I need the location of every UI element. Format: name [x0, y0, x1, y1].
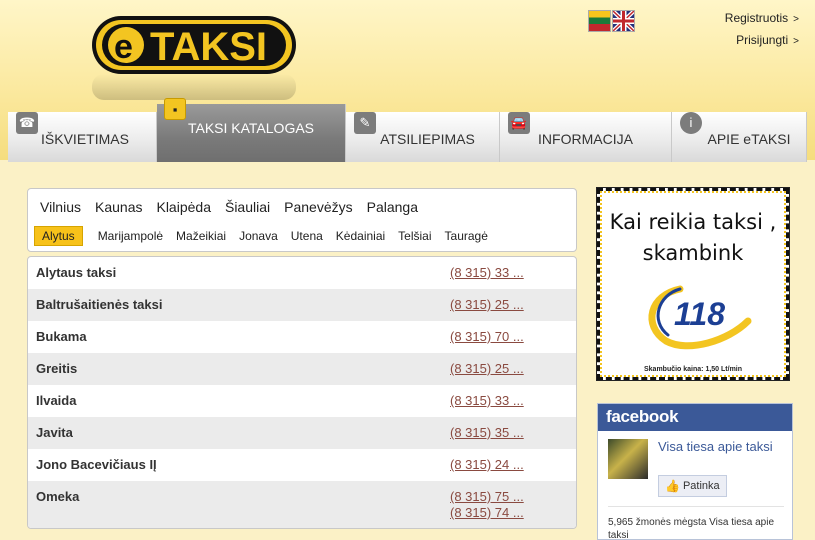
city-link[interactable]: Panevėžys: [284, 199, 352, 215]
facebook-logo[interactable]: facebook: [598, 404, 792, 431]
thumbs-up-icon: 👍: [665, 479, 680, 493]
company-name[interactable]: Baltrušaitienės taksi: [36, 297, 162, 312]
city-link[interactable]: Vilnius: [40, 199, 81, 215]
phone-person-icon: ☎: [16, 112, 38, 134]
svg-text:TAKSI: TAKSI: [150, 25, 267, 69]
phone-link[interactable]: (8 315) 33 ...: [450, 265, 524, 281]
company-name[interactable]: Bukama: [36, 329, 87, 344]
main-cities: Vilnius Kaunas Klaipėda Šiauliai Panevėž…: [40, 199, 432, 215]
city-link[interactable]: Kėdainiai: [336, 227, 385, 245]
avatar[interactable]: [608, 439, 648, 479]
list-item: Baltrušaitienės taksi (8 315) 25 ...: [28, 289, 576, 321]
city-link[interactable]: Mažeikiai: [176, 227, 226, 245]
phone-link[interactable]: (8 315) 25 ...: [450, 361, 524, 377]
tab-atsiliepimas[interactable]: ✎ ATSILIEPIMAS: [346, 112, 500, 162]
facebook-widget: facebook Visa tiesa apie taksi 👍 Patinka…: [597, 403, 793, 540]
main-nav: ☎ IŠKVIETIMAS ▪ TAKSI KATALOGAS ✎ ATSILI…: [8, 98, 807, 162]
city-link-selected[interactable]: Alytus: [34, 226, 83, 246]
svg-text:e: e: [114, 28, 133, 66]
city-link[interactable]: Tauragė: [445, 227, 488, 245]
chevron-right-icon: >: [793, 14, 799, 25]
city-selector: Vilnius Kaunas Klaipėda Šiauliai Panevėž…: [27, 188, 577, 252]
phone-link[interactable]: (8 315) 33 ...: [450, 393, 524, 409]
phone-link[interactable]: (8 315) 35 ...: [450, 425, 524, 441]
account-links: Registruotis > Prisijungti >: [725, 8, 799, 52]
city-link[interactable]: Marijampolė: [98, 227, 163, 245]
logo-reflection: [92, 74, 296, 100]
chevron-right-icon: >: [793, 36, 799, 47]
tab-informacija[interactable]: 🚘 INFORMACIJA: [500, 112, 672, 162]
ad-118-logo: 118: [648, 285, 752, 350]
list-item: Omeka (8 315) 75 ... (8 315) 74 ...: [28, 481, 576, 528]
login-link[interactable]: Prisijungti >: [725, 30, 799, 52]
tab-apie-etaksi[interactable]: i APIE eTAKSI: [672, 112, 807, 162]
taxi-sign-icon: ▪: [164, 98, 186, 120]
etaksi-logo[interactable]: TAKSI e: [90, 14, 298, 76]
facebook-page-link[interactable]: Visa tiesa apie taksi: [658, 439, 783, 455]
list-item: Ilvaida (8 315) 33 ...: [28, 385, 576, 417]
english-flag-icon[interactable]: [612, 10, 635, 32]
like-button[interactable]: 👍 Patinka: [658, 475, 727, 497]
company-name[interactable]: Alytaus taksi: [36, 265, 116, 280]
car-icon: 🚘: [508, 112, 530, 134]
phone-link[interactable]: (8 315) 74 ...: [450, 505, 524, 521]
ad-price: Skambučio kaina: 1,50 Lt/min: [643, 366, 743, 373]
taxi-company-list: Alytaus taksi (8 315) 33 ... Baltrušaiti…: [27, 256, 577, 529]
tab-taksi-katalogas[interactable]: ▪ TAKSI KATALOGAS: [157, 98, 346, 162]
like-count-text: 5,965 žmonės mėgsta Visa tiesa apie taks…: [608, 517, 775, 540]
ad-headline: Kai reikia taksi , skambink: [609, 210, 777, 265]
city-link[interactable]: Kaunas: [95, 199, 142, 215]
language-flags: [588, 10, 635, 32]
city-link[interactable]: Klaipėda: [156, 199, 211, 215]
company-name[interactable]: Javita: [36, 425, 73, 440]
phone-link[interactable]: (8 315) 70 ...: [450, 329, 524, 345]
list-item: Alytaus taksi (8 315) 33 ...: [28, 257, 576, 289]
phone-link[interactable]: (8 315) 25 ...: [450, 297, 524, 313]
tab-iskvietimas[interactable]: ☎ IŠKVIETIMAS: [8, 112, 157, 162]
list-item: Javita (8 315) 35 ...: [28, 417, 576, 449]
company-name[interactable]: Jono Bacevičiaus IĮ: [36, 457, 157, 472]
list-item: Greitis (8 315) 25 ...: [28, 353, 576, 385]
phone-link[interactable]: (8 315) 24 ...: [450, 457, 524, 473]
city-link[interactable]: Jonava: [239, 227, 278, 245]
city-link[interactable]: Šiauliai: [225, 199, 270, 215]
secondary-cities: Alytus Marijampolė Mažeikiai Jonava Uten…: [34, 226, 501, 246]
notepad-icon: ✎: [354, 112, 376, 134]
company-name[interactable]: Ilvaida: [36, 393, 76, 408]
city-link[interactable]: Utena: [291, 227, 323, 245]
company-name[interactable]: Omeka: [36, 489, 79, 504]
city-link[interactable]: Telšiai: [398, 227, 431, 245]
company-name[interactable]: Greitis: [36, 361, 77, 376]
city-link[interactable]: Palanga: [367, 199, 418, 215]
facebook-page-card: Visa tiesa apie taksi 👍 Patinka: [608, 437, 784, 507]
info-icon: i: [680, 112, 702, 134]
svg-text:118: 118: [674, 296, 725, 332]
list-item: Bukama (8 315) 70 ...: [28, 321, 576, 353]
lithuanian-flag-icon[interactable]: [588, 10, 611, 32]
register-link[interactable]: Registruotis >: [725, 8, 799, 30]
advertisement-118[interactable]: Kai reikia taksi , skambink 118 Skambuči…: [596, 187, 790, 381]
list-item: Jono Bacevičiaus IĮ (8 315) 24 ...: [28, 449, 576, 481]
phone-link[interactable]: (8 315) 75 ...: [450, 489, 524, 505]
